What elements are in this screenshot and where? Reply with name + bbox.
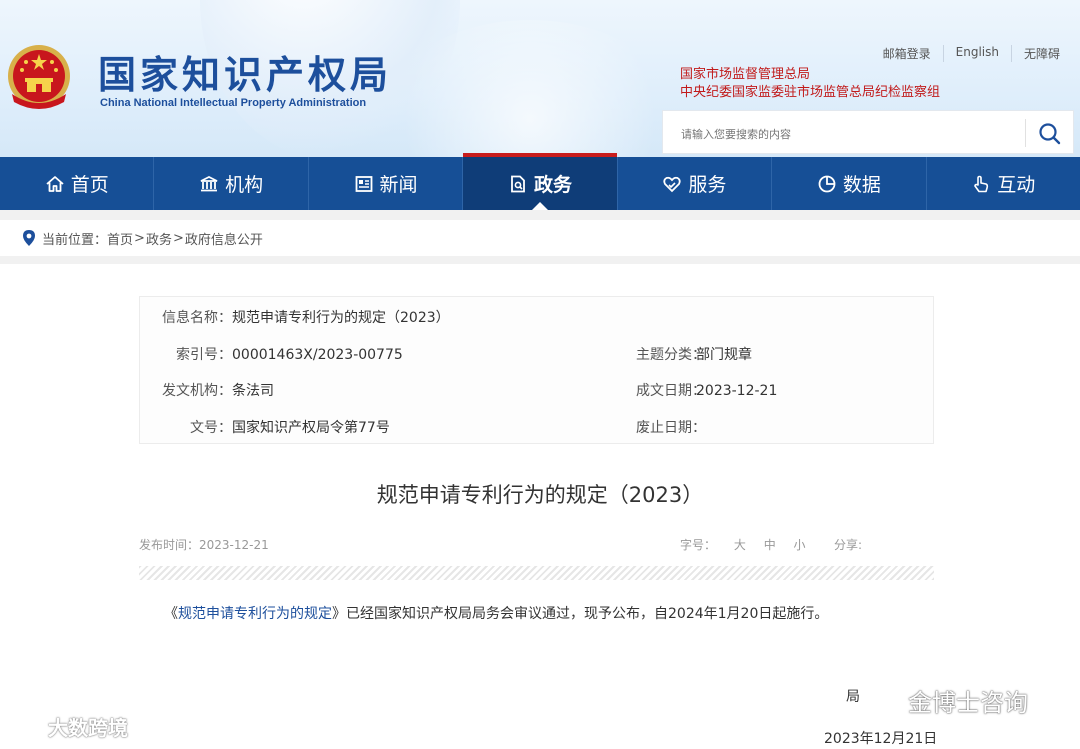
publish-date: 2023-12-21 xyxy=(199,538,269,552)
info-docno-label: 文号： xyxy=(190,420,232,436)
breadcrumb-home[interactable]: 首页 xyxy=(107,229,133,248)
nav-item-interaction[interactable]: 互动 xyxy=(927,157,1080,210)
national-emblem-icon xyxy=(8,45,70,109)
breadcrumb-separator: > xyxy=(172,230,184,246)
samr-link[interactable]: 国家市场监督管理总局 xyxy=(680,66,940,84)
nav-label-interaction: 互动 xyxy=(997,174,1036,196)
watermark-left-text: 大数跨境 xyxy=(48,716,128,740)
info-row-name: 信息名称：规范申请专利行为的规定（2023） xyxy=(140,307,450,327)
sign-date: 2023年12月21日 xyxy=(824,731,938,747)
info-row-topic: 主题分类：部门规章 xyxy=(636,344,752,364)
info-index-label: 索引号： xyxy=(176,347,232,363)
watermark-left: 大数跨境 xyxy=(6,712,128,741)
body-rest: 》已经国家知识产权局局务会审议通过，现予公布，自2024年1月20日起施行。 xyxy=(332,606,829,622)
nav-item-institution[interactable]: 机构 xyxy=(154,157,309,210)
wechat-icon xyxy=(863,688,900,713)
info-row-docno: 文号：国家知识产权局令第77号 xyxy=(140,417,390,437)
info-row-index: 索引号：00001463X/2023-00775 xyxy=(140,344,403,364)
info-issuer-value: 条法司 xyxy=(232,383,274,399)
font-size-label: 字号： xyxy=(680,538,717,552)
nav-item-data[interactable]: 数据 xyxy=(772,157,927,210)
nav-item-service[interactable]: 服务 xyxy=(618,157,773,210)
font-size-switcher: 字号： 大 中 小 xyxy=(680,536,806,553)
signature: 局 xyxy=(846,689,860,705)
font-size-small[interactable]: 小 xyxy=(794,538,806,552)
breadcrumb: 当前位置： 首页 > 政务 > 政府信息公开 xyxy=(0,220,1080,256)
watermark-right: 金博士咨询 xyxy=(862,683,1028,718)
search-box xyxy=(662,110,1074,154)
info-issuer-label: 发文机构： xyxy=(162,383,232,399)
info-row-date: 成文日期：2023-12-21 xyxy=(636,380,777,400)
service-icon xyxy=(663,176,682,192)
article-title: 规范申请专利行为的规定（2023） xyxy=(376,483,704,507)
article-body: 《规范申请专利行为的规定》已经国家知识产权局局务会审议通过，现予公布，自2024… xyxy=(164,603,828,623)
nav-label-institution: 机构 xyxy=(225,174,264,196)
mail-login-link[interactable]: 邮箱登录 xyxy=(871,45,943,62)
regulation-link[interactable]: 规范申请专利行为的规定 xyxy=(178,606,332,622)
info-date-label: 成文日期： xyxy=(636,383,706,399)
institution-icon xyxy=(200,175,218,191)
info-name-value: 规范申请专利行为的规定（2023） xyxy=(232,310,450,326)
hatched-divider xyxy=(139,566,934,580)
search-divider xyxy=(1025,119,1026,147)
nav-label-home: 首页 xyxy=(70,174,109,196)
info-row-expiry: 废止日期： xyxy=(636,417,706,437)
watermark-logo-icon xyxy=(6,718,42,735)
info-docno-value: 国家知识产权局令第77号 xyxy=(232,420,390,436)
nav-item-news[interactable]: 新闻 xyxy=(309,157,464,210)
info-expiry-label: 废止日期： xyxy=(636,420,706,436)
publish-time: 发布时间：2023-12-21 xyxy=(139,536,269,553)
nav-label-service: 服务 xyxy=(688,174,727,196)
location-pin-icon xyxy=(23,230,35,246)
article-content: 信息名称：规范申请专利行为的规定（2023） 索引号：00001463X/202… xyxy=(0,264,1080,749)
share-label[interactable]: 分享: xyxy=(834,536,862,553)
related-agency-links: 国家市场监督管理总局 中央纪委国家监委驻市场监管总局纪检监察组 xyxy=(680,66,940,102)
interaction-hand-icon xyxy=(974,175,989,192)
search-input[interactable] xyxy=(679,122,1003,146)
top-links: 邮箱登录 English 无障碍 xyxy=(871,45,1072,62)
info-index-value: 00001463X/2023-00775 xyxy=(232,347,403,363)
breadcrumb-separator: > xyxy=(134,230,145,246)
info-row-issuer: 发文机构：条法司 xyxy=(140,380,274,400)
site-title-en: China National Intellectual Property Adm… xyxy=(100,97,367,109)
breadcrumb-government-affairs[interactable]: 政务 xyxy=(146,229,172,248)
watermark-right-text: 金博士咨询 xyxy=(908,689,1028,717)
home-icon xyxy=(46,175,64,192)
info-topic-value: 部门规章 xyxy=(696,347,752,363)
search-icon[interactable] xyxy=(1033,118,1067,148)
site-title-cn[interactable]: 国家知识产权局 xyxy=(98,44,392,99)
discipline-inspection-link[interactable]: 中央纪委国家监委驻市场监管总局纪检监察组 xyxy=(680,84,940,102)
nav-label-data: 数据 xyxy=(842,174,881,196)
breadcrumb-gov-info-public[interactable]: 政府信息公开 xyxy=(185,229,263,248)
site-header: 国家知识产权局 China National Intellectual Prop… xyxy=(0,0,1080,157)
body-prefix: 《 xyxy=(164,606,178,622)
font-size-large[interactable]: 大 xyxy=(734,538,746,552)
publish-label: 发布时间： xyxy=(139,538,200,552)
breadcrumb-prefix: 当前位置： xyxy=(42,232,108,248)
english-link[interactable]: English xyxy=(942,45,1011,62)
news-icon xyxy=(355,175,372,192)
info-name-label: 信息名称： xyxy=(162,310,232,326)
main-nav: 首页 机构 新闻 政务 服务 数据 互动 xyxy=(0,153,1080,210)
nav-item-home[interactable]: 首页 xyxy=(0,157,155,210)
nav-label-news: 新闻 xyxy=(379,174,418,196)
info-date-value: 2023-12-21 xyxy=(696,383,778,399)
nav-item-government-affairs[interactable]: 政务 xyxy=(463,153,618,210)
nav-label-government-affairs: 政务 xyxy=(533,174,572,196)
font-size-medium[interactable]: 中 xyxy=(764,538,776,552)
data-pie-icon xyxy=(818,175,836,192)
document-info-box: 信息名称：规范申请专利行为的规定（2023） 索引号：00001463X/202… xyxy=(139,296,934,444)
info-topic-label: 主题分类： xyxy=(636,347,706,363)
accessibility-link[interactable]: 无障碍 xyxy=(1010,45,1072,62)
government-affairs-icon xyxy=(511,175,525,192)
